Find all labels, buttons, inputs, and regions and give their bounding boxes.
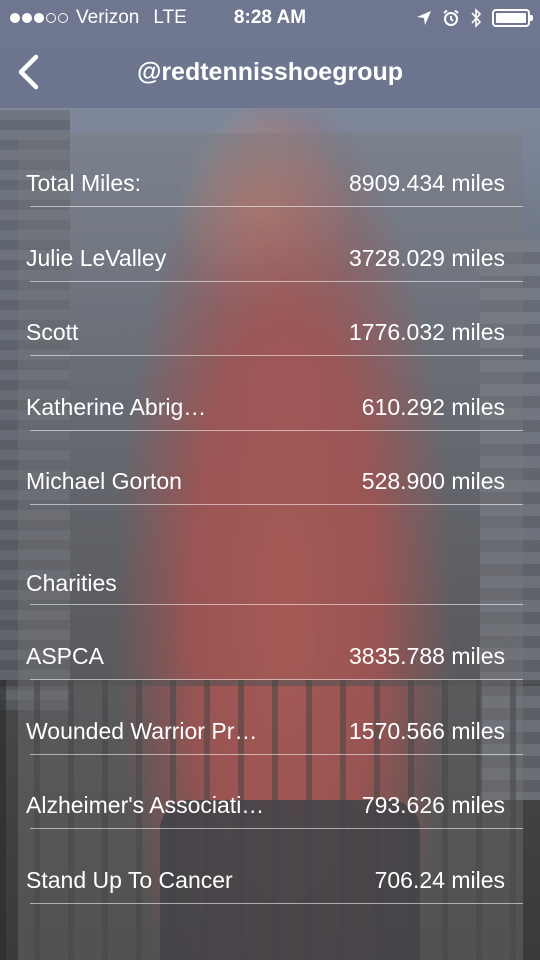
status-left: Verizon LTE: [10, 7, 187, 29]
status-bar: Verizon LTE 8:28 AM: [0, 0, 540, 36]
status-right: [416, 8, 533, 28]
charity-name: ASPCA: [26, 643, 104, 669]
runner-name: Michael Gorton: [26, 468, 182, 494]
signal-strength-icon: [10, 13, 68, 23]
bluetooth-icon: [471, 8, 482, 28]
runner-miles: 1776.032 miles: [349, 319, 505, 345]
total-miles-row: Total Miles: 8909.434 miles: [18, 133, 523, 207]
battery-icon: [492, 9, 533, 27]
runner-row[interactable]: Michael Gorton 528.900 miles: [18, 431, 523, 506]
row-miles: 8909.434 miles: [349, 170, 505, 196]
location-arrow-icon: [417, 11, 431, 25]
charity-name: Alzheimer's Associati…: [26, 792, 265, 818]
charity-name: Stand Up To Cancer: [26, 866, 233, 893]
runner-name: Julie LeValley: [26, 244, 167, 271]
runner-row[interactable]: Julie LeValley 3728.029 miles: [18, 207, 523, 282]
runner-name: Katherine Abrig…: [26, 393, 207, 420]
carrier-name: Verizon: [76, 7, 140, 28]
charity-row[interactable]: Stand Up To Cancer 706.24 miles: [18, 829, 523, 904]
chevron-left-icon: [18, 54, 39, 90]
stats-list: Total Miles: 8909.434 miles Julie LeVall…: [18, 133, 523, 904]
charity-miles: 793.626 miles: [361, 792, 505, 818]
charity-name: Wounded Warrior Pr…: [26, 717, 258, 744]
row-label: Total Miles:: [26, 170, 142, 196]
alarm-clock-icon: [443, 9, 459, 26]
navigation-bar-content: @redtennisshoegroup: [0, 36, 540, 108]
charity-miles: 3835.788 miles: [349, 643, 505, 669]
runner-row[interactable]: Katherine Abrig… 610.292 miles: [18, 356, 523, 431]
runner-miles: 3728.029 miles: [349, 244, 505, 271]
charity-row[interactable]: Wounded Warrior Pr… 1570.566 miles: [18, 680, 523, 755]
charity-miles: 1570.566 miles: [349, 717, 505, 744]
charity-row[interactable]: Alzheimer's Associati… 793.626 miles: [18, 755, 523, 830]
charities-section-header: Charities: [18, 505, 523, 605]
charity-row[interactable]: ASPCA 3835.788 miles: [18, 605, 523, 680]
runner-miles: 610.292 miles: [361, 393, 505, 420]
runner-name: Scott: [26, 319, 79, 345]
section-title: Charities: [26, 570, 117, 596]
network-type: LTE: [153, 7, 187, 28]
runner-miles: 528.900 miles: [361, 468, 505, 494]
battery-fill: [496, 13, 526, 23]
back-button[interactable]: [10, 50, 46, 94]
page-title: @redtennisshoegroup: [136, 57, 404, 86]
charity-miles: 706.24 miles: [374, 866, 505, 893]
runner-row[interactable]: Scott 1776.032 miles: [18, 282, 523, 357]
